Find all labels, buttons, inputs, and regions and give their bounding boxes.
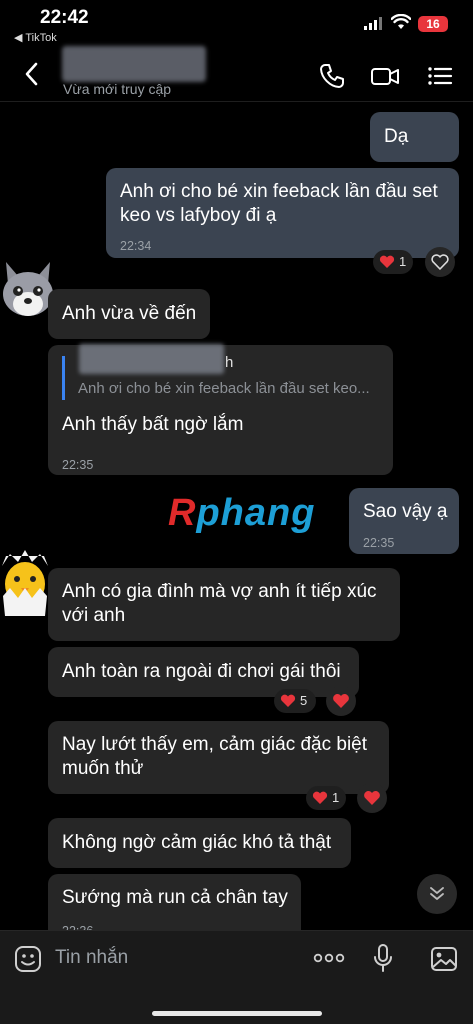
my-reaction-button[interactable] [326,686,356,716]
wifi-icon [391,14,411,29]
home-indicator[interactable] [152,1011,322,1016]
reaction-count-label: 1 [399,254,407,269]
back-icon[interactable] [20,60,44,88]
gallery-icon[interactable] [430,945,458,973]
message-text: Anh toàn ra ngoài đi chơi gái thôi [62,661,341,682]
message-time: 22:35 [62,458,94,472]
my-reaction-button[interactable] [357,783,387,813]
watermark-part-2: phang [196,492,316,534]
heart-icon [312,791,328,804]
quoted-sender-redacted [79,344,224,374]
watermark-part-1: R [168,492,197,534]
reaction-count[interactable]: 1 [306,786,346,810]
cellular-signal-icon [364,17,382,30]
quoted-sender-fragment: h [225,354,234,371]
heart-outline-icon [431,254,449,270]
chat-header: Vừa mới truy cập [0,46,473,102]
message-bubble-incoming[interactable]: Anh toàn ra ngoài đi chơi gái thôi [48,647,359,697]
battery-indicator: 16 [418,16,448,32]
microphone-icon[interactable] [372,943,394,973]
message-time: 22:35 [363,536,395,550]
scroll-to-bottom-button[interactable] [417,874,457,914]
heart-icon [333,694,349,708]
message-text: Không ngờ cảm giác khó tả thật [62,832,332,853]
contact-status: Vừa mới truy cập [63,81,172,97]
message-text: Anh thấy bất ngờ lắm [62,414,244,435]
message-input[interactable]: Tin nhắn [55,947,128,969]
watermark-logo: Rphang [168,492,315,535]
message-bubble-incoming[interactable]: Anh vừa về đến [48,289,210,339]
message-text: Nay lướt thấy em, cảm giác đặc biệt muốn… [62,734,368,779]
message-time: 22:34 [120,239,152,253]
message-bubble-outgoing[interactable]: Dạ [370,112,459,162]
message-input-bar: Tin nhắn [0,930,473,1024]
heart-icon [379,255,395,268]
sender-avatar-chick[interactable] [0,544,50,624]
message-bubble-incoming[interactable]: Không ngờ cảm giác khó tả thật [48,818,351,868]
add-reaction-button[interactable] [425,247,455,277]
reaction-count-label: 1 [332,790,340,805]
menu-icon[interactable] [426,62,454,90]
reaction-count-label: 5 [300,693,308,708]
contact-name-redacted[interactable] [62,46,206,82]
message-bubble-outgoing[interactable]: Anh ơi cho bé xin feeback lần đầu set ke… [106,168,459,258]
quoted-message[interactable]: h Anh ơi cho bé xin feeback lần đầu set … [62,344,378,400]
status-time: 22:42 [40,7,89,28]
double-chevron-down-icon [430,887,444,900]
reaction-count[interactable]: 5 [274,689,316,713]
status-bar: 22:42 ◀ TikTok 16 [0,0,473,46]
message-bubble-incoming[interactable]: Nay lướt thấy em, cảm giác đặc biệt muốn… [48,721,389,794]
message-text: Sao vậy ạ [363,501,448,522]
message-bubble-incoming[interactable]: Anh có gia đình mà vợ anh ít tiếp xúc vớ… [48,568,400,641]
video-call-icon[interactable] [370,62,400,90]
heart-icon [364,791,380,805]
message-text: Sướng mà run cả chân tay [62,887,288,908]
more-options-icon[interactable] [313,951,345,965]
back-to-app-link[interactable]: ◀ TikTok [14,31,57,44]
sticker-icon[interactable] [14,945,42,973]
message-text: Anh vừa về đến [62,303,197,324]
message-text: Anh có gia đình mà vợ anh ít tiếp xúc vớ… [62,581,377,626]
quoted-text: Anh ơi cho bé xin feeback lần đầu set ke… [78,380,370,397]
phone-icon[interactable] [318,62,346,90]
heart-icon [280,694,296,707]
message-text: Dạ [384,126,409,147]
message-text: Anh ơi cho bé xin feeback lần đầu set ke… [120,181,438,226]
reaction-count[interactable]: 1 [373,250,413,274]
message-bubble-outgoing[interactable]: Sao vậy ạ 22:35 [349,488,459,554]
